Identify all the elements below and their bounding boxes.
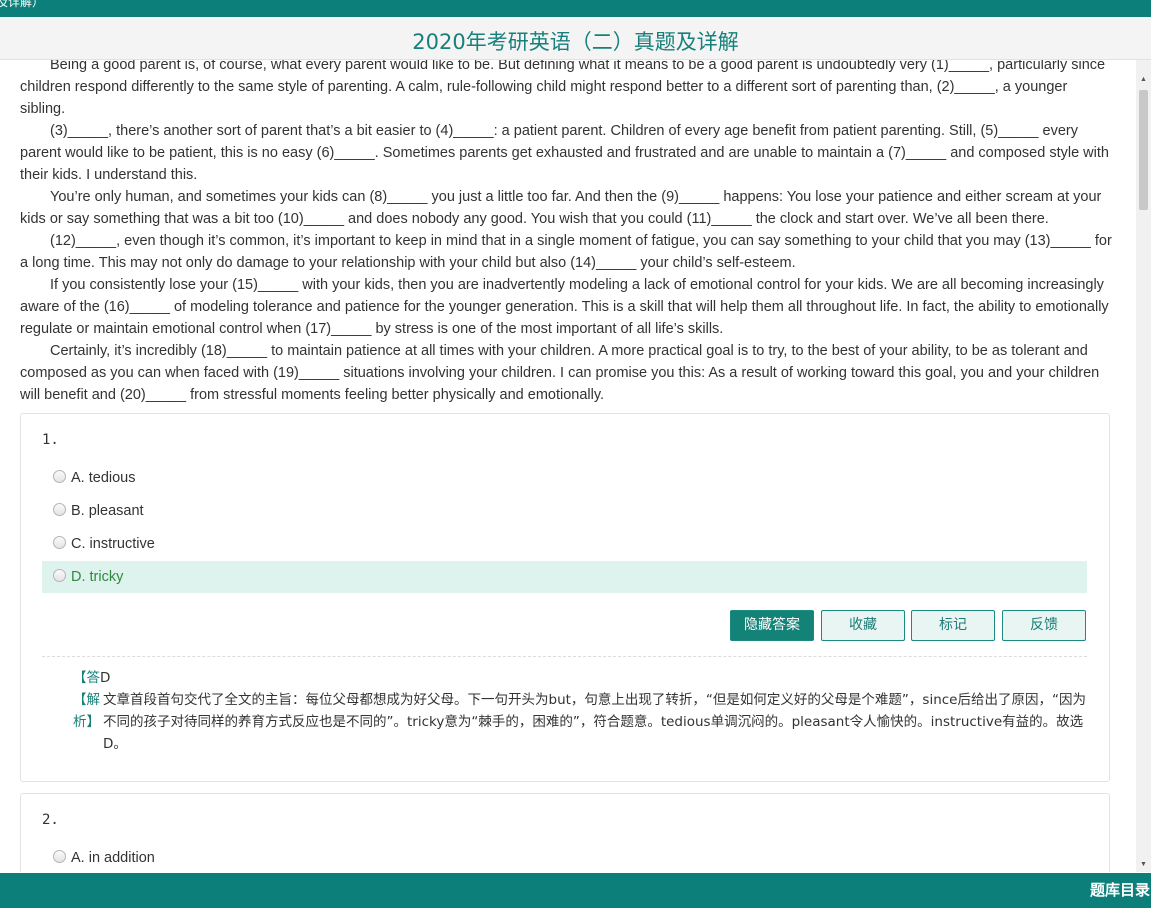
option-c[interactable]: C. instructive [42, 528, 1087, 560]
main-content[interactable]: Being a good parent is, of course, what … [0, 60, 1136, 872]
question-card-1: 1. A. tedious B. pleasant C. instructive… [20, 413, 1110, 782]
question-bank-catalog-link[interactable]: 题库目录 [1090, 873, 1151, 908]
explanation-text: 文章首段首句交代了全文的主旨：每位父母都想成为好父母。下一句开头为but，句意上… [103, 692, 1086, 752]
feedback-button[interactable]: 反馈 [1002, 610, 1086, 641]
answer-label: 【答 [73, 670, 100, 686]
vertical-scrollbar[interactable]: ▲ ▼ [1136, 60, 1151, 872]
option-a[interactable]: A. tedious [42, 462, 1087, 494]
passage-paragraph: (12)_____, even though it’s common, it’s… [20, 233, 1112, 271]
passage-paragraph: Being a good parent is, of course, what … [20, 60, 1106, 117]
passage-paragraph: Certainly, it’s incredibly (18)_____ to … [20, 343, 1100, 403]
option-d-correct[interactable]: D. tricky [42, 561, 1087, 593]
hide-answer-button[interactable]: 隐藏答案 [730, 610, 814, 641]
question-card-2: 2. A. in addition [20, 793, 1110, 872]
passage-paragraph: You’re only human, and sometimes your ki… [20, 189, 1102, 227]
option-label: A. in addition [71, 850, 155, 866]
radio-icon[interactable] [53, 503, 66, 516]
explanation-label: 【解析】 [73, 692, 100, 730]
reading-passage: Being a good parent is, of course, what … [20, 60, 1112, 406]
option-label: C. instructive [71, 536, 155, 552]
option-label: D. tricky [71, 569, 124, 585]
radio-icon[interactable] [53, 536, 66, 549]
page-title: 2020年考研英语（二）真题及详解 [412, 30, 739, 54]
passage-paragraph: (3)_____, there’s another sort of parent… [20, 123, 1109, 183]
passage-paragraph: If you consistently lose your (15)_____ … [20, 277, 1109, 337]
option-b[interactable]: B. pleasant [42, 495, 1087, 527]
explanation: 【解析】 文章首段首句交代了全文的主旨：每位父母都想成为好父母。下一句开头为bu… [73, 689, 1091, 755]
answer-line: 【答D [73, 667, 110, 689]
footer-bar: 题库目录 [0, 873, 1151, 908]
option-label: B. pleasant [71, 503, 144, 519]
radio-icon[interactable] [53, 470, 66, 483]
answer-value: D [100, 670, 111, 686]
question-number: 2. [42, 812, 59, 828]
answer-divider [42, 656, 1087, 657]
top-strip: 及详解） [0, 0, 1151, 17]
mark-button[interactable]: 标记 [911, 610, 995, 641]
top-strip-text: 及详解） [0, 0, 45, 9]
scroll-down-arrow-icon[interactable]: ▼ [1140, 861, 1147, 868]
page-header: 2020年考研英语（二）真题及详解 [0, 17, 1151, 60]
radio-icon[interactable] [53, 850, 66, 863]
option-label: A. tedious [71, 470, 136, 486]
option-a[interactable]: A. in addition [42, 842, 1087, 872]
favorite-button[interactable]: 收藏 [821, 610, 905, 641]
scrollbar-thumb[interactable] [1139, 90, 1148, 210]
scroll-up-arrow-icon[interactable]: ▲ [1140, 76, 1147, 83]
question-number: 1. [42, 432, 59, 448]
radio-icon[interactable] [53, 569, 66, 582]
